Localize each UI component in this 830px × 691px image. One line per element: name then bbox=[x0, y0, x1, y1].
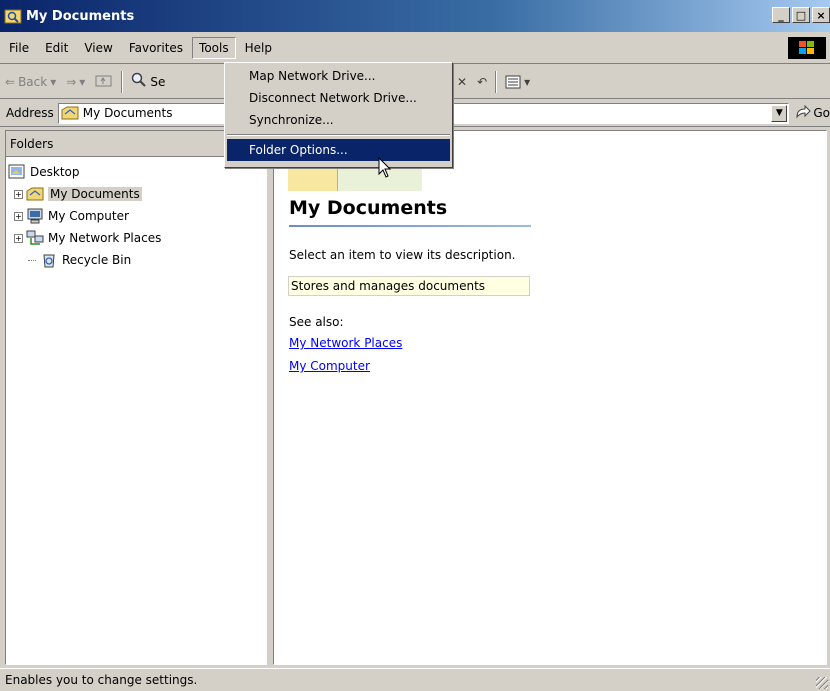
folders-title: Folders bbox=[10, 136, 54, 151]
see-also-label: See also: bbox=[289, 315, 344, 329]
tree-label: Desktop bbox=[30, 165, 80, 179]
folder-title: My Documents bbox=[289, 197, 448, 219]
delete-icon[interactable]: ✕ bbox=[452, 75, 472, 89]
tree-item-my-documents[interactable]: + My Documents bbox=[6, 183, 266, 205]
views-icon[interactable]: ▾ bbox=[500, 75, 535, 89]
menu-separator bbox=[227, 131, 450, 139]
resize-grip-icon[interactable] bbox=[816, 677, 828, 689]
title-bar[interactable]: My Documents _ □ × bbox=[0, 0, 830, 32]
my-computer-icon bbox=[26, 208, 44, 224]
back-arrow-icon: ⇐ bbox=[5, 74, 16, 89]
tree-item-my-network-places[interactable]: + My Network Places bbox=[6, 227, 266, 249]
title-divider bbox=[289, 225, 531, 227]
menu-item-synchronize[interactable]: Synchronize... bbox=[227, 109, 450, 131]
tree-label: My Network Places bbox=[48, 231, 162, 245]
windows-logo-icon bbox=[788, 37, 826, 59]
expand-icon[interactable]: + bbox=[14, 233, 23, 243]
forward-dropdown-icon[interactable]: ▾ bbox=[79, 75, 85, 89]
menu-item-folder-options[interactable]: Folder Options... bbox=[227, 139, 450, 161]
menu-bar: File Edit View Favorites Tools Help bbox=[0, 32, 830, 64]
expand-icon[interactable]: + bbox=[14, 211, 23, 221]
undo-icon[interactable]: ↶ bbox=[472, 75, 492, 89]
go-label: Go bbox=[813, 106, 830, 120]
folder-icon bbox=[61, 105, 79, 121]
description-text: Select an item to view its description. bbox=[289, 248, 516, 262]
search-button[interactable]: Se bbox=[126, 72, 170, 91]
tools-menu: Map Network Drive... Disconnect Network … bbox=[224, 62, 453, 168]
tree-connector bbox=[28, 259, 36, 261]
close-button[interactable]: × bbox=[812, 7, 830, 23]
tree-label: My Computer bbox=[48, 209, 129, 223]
search-label: Se bbox=[150, 74, 166, 89]
address-label: Address bbox=[6, 106, 54, 120]
content-pane: My Documents Select an item to view its … bbox=[273, 130, 827, 665]
expand-icon[interactable]: + bbox=[14, 189, 23, 199]
back-label: Back bbox=[18, 74, 48, 89]
network-places-icon bbox=[26, 230, 44, 246]
tree-item-recycle-bin[interactable]: Recycle Bin bbox=[6, 249, 266, 271]
status-text: Enables you to change settings. bbox=[5, 673, 198, 687]
minimize-button[interactable]: _ bbox=[772, 7, 790, 23]
search-icon bbox=[131, 72, 147, 91]
address-dropdown-button[interactable]: ▼ bbox=[771, 104, 788, 122]
menu-file[interactable]: File bbox=[2, 37, 36, 59]
link-my-network-places[interactable]: My Network Places bbox=[289, 336, 402, 350]
tree-label-selected: My Documents bbox=[48, 187, 142, 201]
go-arrow-icon bbox=[795, 104, 812, 122]
menu-tools[interactable]: Tools bbox=[192, 36, 236, 59]
up-folder-icon bbox=[95, 73, 113, 90]
address-value: My Documents bbox=[82, 106, 173, 120]
window-title: My Documents bbox=[26, 8, 135, 24]
recycle-bin-icon bbox=[40, 252, 58, 268]
up-folder-button[interactable] bbox=[90, 73, 118, 90]
mouse-pointer-icon bbox=[378, 156, 392, 182]
tree-label: Recycle Bin bbox=[62, 253, 132, 267]
toolbar-separator bbox=[495, 71, 498, 93]
back-dropdown-icon[interactable]: ▾ bbox=[50, 75, 56, 89]
status-bar: Enables you to change settings. bbox=[0, 668, 830, 691]
toolbar-separator bbox=[121, 70, 124, 93]
menu-edit[interactable]: Edit bbox=[38, 37, 75, 59]
menu-item-disconnect-network-drive[interactable]: Disconnect Network Drive... bbox=[227, 87, 450, 109]
desktop-icon bbox=[8, 164, 26, 180]
folder-tree: Desktop + My Documents + My Computer + M… bbox=[6, 157, 266, 271]
my-documents-folder-icon bbox=[26, 186, 44, 202]
link-my-computer[interactable]: My Computer bbox=[289, 359, 370, 373]
menu-view[interactable]: View bbox=[77, 37, 119, 59]
maximize-button[interactable]: □ bbox=[792, 7, 810, 23]
menu-help[interactable]: Help bbox=[238, 37, 279, 59]
info-tip: Stores and manages documents bbox=[288, 276, 530, 296]
menu-item-map-network-drive[interactable]: Map Network Drive... bbox=[227, 65, 450, 87]
folders-pane: Folders Desktop + My Documents + My Comp… bbox=[5, 130, 267, 665]
forward-button[interactable]: ⇒ ▾ bbox=[61, 75, 90, 89]
forward-arrow-icon: ⇒ bbox=[66, 74, 77, 89]
tree-item-my-computer[interactable]: + My Computer bbox=[6, 205, 266, 227]
my-documents-icon bbox=[4, 7, 22, 25]
go-button[interactable]: Go bbox=[795, 104, 830, 122]
menu-favorites[interactable]: Favorites bbox=[122, 37, 190, 59]
back-button[interactable]: ⇐ Back ▾ bbox=[0, 75, 61, 89]
